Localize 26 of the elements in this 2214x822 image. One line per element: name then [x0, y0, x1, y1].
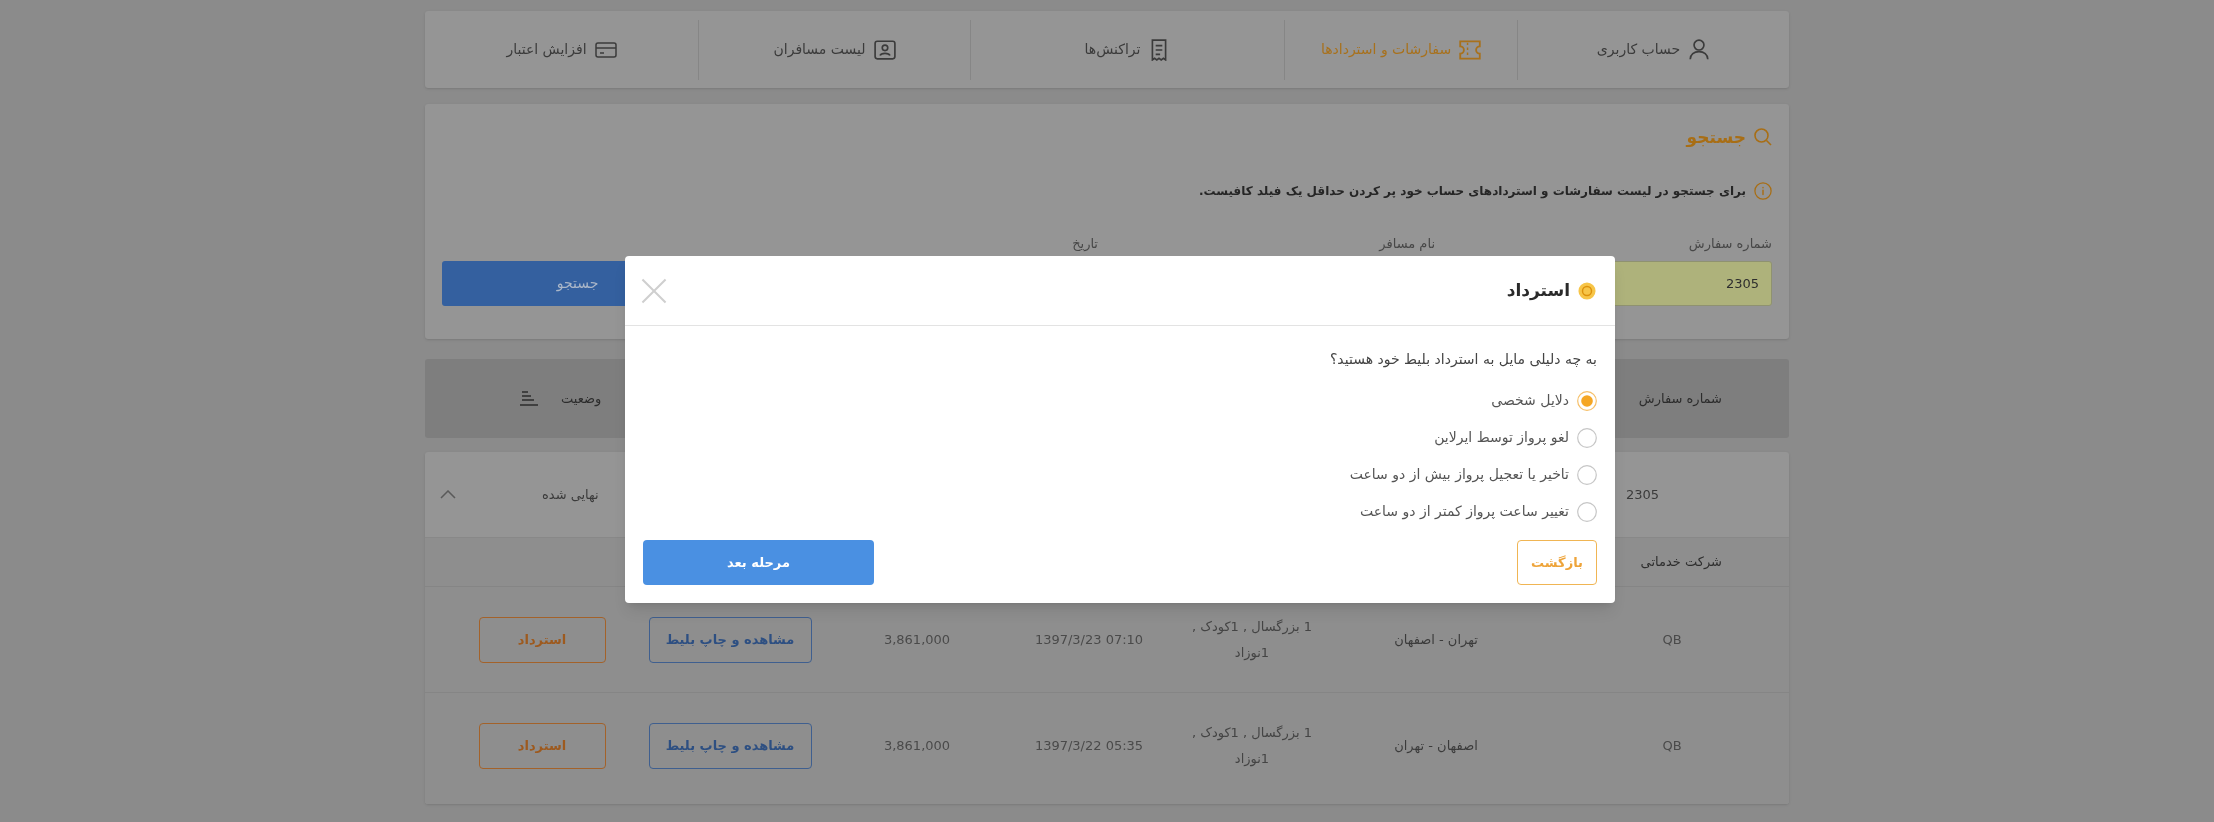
search-title: جستجو: [1686, 126, 1746, 148]
departure-time: 1397/3/22 05:35: [1034, 736, 1144, 755]
search-hint: برای جستجو در لیست سفارشات و استردادهای حساب خود پر کردن حداقل یک فیلد کافیست.: [1199, 183, 1746, 200]
passengers: 1 بزرگسال , 1کودک , 1نوزاد: [1191, 617, 1313, 663]
field-label: تاریخ: [1072, 236, 1098, 251]
option-label: تغییر ساعت پرواز کمتر از دو ساعت: [1359, 502, 1569, 522]
airline-code: QB: [1662, 736, 1682, 755]
field-label: شماره سفارش: [1688, 236, 1772, 251]
field-label: نام مسافر: [1379, 236, 1435, 251]
option-label: لغو پرواز توسط ایرلاین: [1434, 428, 1569, 448]
price: 3,861,000: [883, 630, 951, 649]
order-status: نهایی شده: [542, 485, 599, 505]
column-header: شرکت خدماتی: [1640, 553, 1722, 572]
airline-code: QB: [1662, 630, 1682, 649]
order-number: 2305: [1625, 485, 1659, 504]
column-header: وضعیت: [561, 389, 602, 409]
dialog-question: به چه دلیلی مایل به استرداد بلیط خود هستید؟: [1328, 350, 1597, 370]
price: 3,861,000: [883, 736, 951, 755]
route: تهران - اصفهان: [1394, 630, 1478, 650]
column-header: شماره سفارش: [1638, 389, 1722, 409]
passengers: 1 بزرگسال , 1کودک , 1نوزاد: [1191, 723, 1313, 769]
route: اصفهان - تهران: [1394, 736, 1478, 755]
option-label: دلایل شخصی: [1491, 391, 1569, 410]
departure-time: 1397/3/23 07:10: [1034, 630, 1144, 649]
option-label: تاخیر یا تعجیل پرواز بیش از دو ساعت: [1349, 465, 1569, 485]
dialog-title: استرداد: [1506, 278, 1570, 303]
